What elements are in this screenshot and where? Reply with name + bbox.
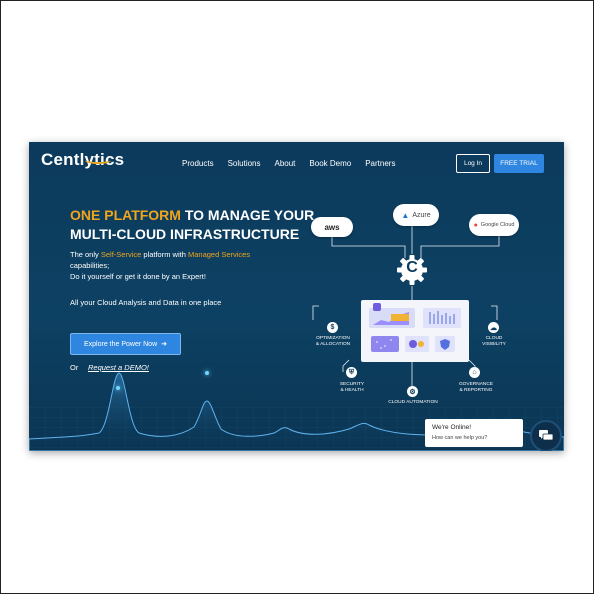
aws-logo: aws: [324, 222, 340, 232]
caption-line: GOVERNANCE: [458, 382, 494, 387]
dashboard-graphic: [369, 303, 461, 352]
dollar-icon: $: [327, 322, 338, 333]
caption-line: VISIBILITY: [482, 342, 506, 347]
website-screenshot: Centlytics Products Solutions About Book…: [29, 142, 564, 451]
caption-security: SECURITY & HEALTH: [331, 382, 373, 394]
google-cloud-icon: ●: [473, 221, 478, 229]
automation-gear-icon: ⚙: [407, 386, 418, 397]
chat-bubble[interactable]: We're Online! How can we help you?: [425, 419, 523, 447]
caption-visibility: CLOUD VISIBILITY: [471, 336, 517, 348]
google-cloud: ● Google Cloud: [469, 214, 519, 236]
google-cloud-label: Google Cloud: [480, 222, 515, 228]
caption-automation: CLOUD AUTOMATION: [388, 400, 438, 405]
caption-line: CLOUD: [485, 336, 503, 341]
chat-icon: [539, 430, 553, 441]
shield-icon: ⛨: [346, 367, 357, 378]
caption-line: OPTIMIZATION: [316, 336, 350, 341]
bank-icon: ⌂: [469, 367, 480, 378]
diagram-connectors: [312, 225, 500, 386]
aws-cloud: aws: [311, 217, 353, 237]
caption-line: & REPORTING: [459, 388, 493, 393]
cloud-chart-icon: ☁: [488, 322, 499, 333]
chat-subtitle: How can we help you?: [432, 435, 488, 441]
caption-line: SECURITY: [339, 382, 365, 387]
dashboard-preview: [361, 300, 469, 362]
azure-icon: ▲: [401, 210, 410, 220]
caption-optimization: OPTIMIZATION & ALLOCATION: [309, 336, 357, 348]
azure-label: Azure: [412, 211, 431, 219]
caption-line: & HEALTH: [340, 388, 364, 393]
chat-title: We're Online!: [432, 424, 472, 431]
azure-cloud: ▲ Azure: [393, 204, 439, 226]
center-letter: C: [406, 259, 418, 276]
caption-governance: GOVERNANCE & REPORTING: [452, 382, 500, 394]
chat-open-button[interactable]: [530, 420, 562, 451]
caption-line: & ALLOCATION: [315, 342, 351, 347]
